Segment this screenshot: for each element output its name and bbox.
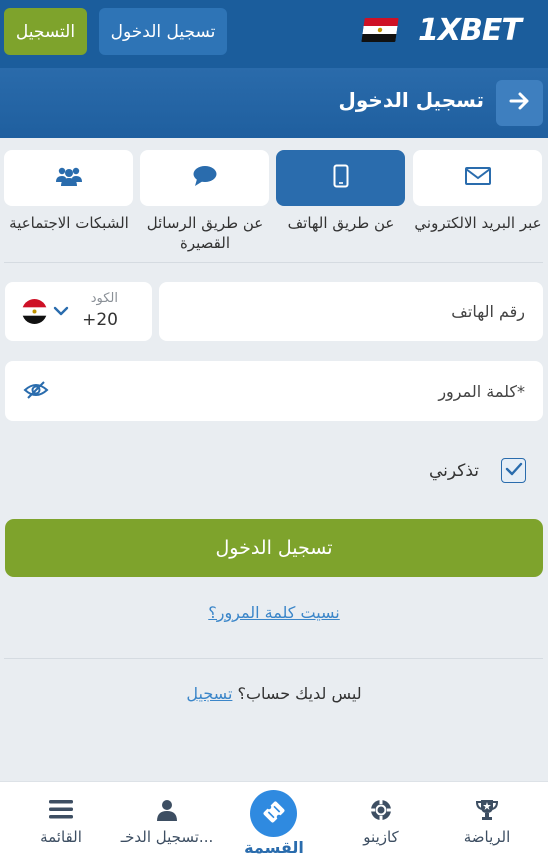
phone-icon (333, 164, 349, 192)
back-button[interactable] (496, 80, 543, 126)
signup-link[interactable]: تسجيل (186, 684, 232, 703)
password-placeholder: كلمة المرور* (438, 382, 525, 401)
menu-icon (49, 798, 73, 824)
nav-sports[interactable]: الرياضة (432, 782, 542, 854)
nav-coupon-label[interactable]: القسمة (220, 838, 328, 854)
trophy-icon (475, 798, 499, 826)
envelope-icon (464, 166, 491, 190)
users-icon (55, 165, 83, 191)
page-title-bar: تسجيل الدخول (0, 68, 548, 138)
chat-bubble-icon (192, 165, 218, 191)
tab-social[interactable] (4, 150, 133, 206)
nav-coupon-button[interactable] (250, 790, 297, 837)
logo-text: 1XBET (418, 12, 522, 48)
tab-phone[interactable] (276, 150, 405, 206)
phone-number-input[interactable]: رقم الهاتف (159, 282, 543, 341)
code-label: الكود (90, 291, 118, 306)
nav-login[interactable]: تسجيل الدخـ... (112, 782, 222, 854)
nav-menu-label: القائمة (40, 828, 82, 846)
nav-sports-label: الرياضة (463, 828, 511, 846)
nav-casino-label: كازينو (363, 828, 399, 846)
tab-email[interactable] (413, 150, 542, 206)
code-value: +20 (82, 310, 118, 330)
signup-prompt: ليس لديك حساب؟ تسجيل (0, 684, 548, 703)
tab-sms[interactable] (140, 150, 269, 206)
remember-me-label[interactable]: تذكرني (429, 461, 479, 481)
checkmark-icon (505, 461, 523, 481)
coupon-ticket-icon (262, 800, 286, 828)
page-title: تسجيل الدخول (338, 88, 484, 112)
eye-hidden-icon[interactable] (23, 380, 49, 404)
egypt-flag-icon[interactable] (361, 18, 399, 42)
login-header-button[interactable]: تسجيل الدخول (99, 8, 227, 55)
tab-sms-label: عن طريق الرسائل القصيرة (146, 214, 264, 252)
tab-email-label: عبر البريد الالكتروني (414, 214, 542, 232)
country-code-select[interactable]: الكود +20 (5, 282, 152, 341)
login-submit-button[interactable]: تسجيل الدخول (5, 519, 543, 577)
user-icon (155, 798, 179, 826)
tab-social-label: الشبكات الاجتماعية (9, 214, 129, 232)
register-button[interactable]: التسجيل (4, 8, 87, 55)
top-header: التسجيل تسجيل الدخول 1XBET (0, 0, 548, 68)
password-input[interactable]: كلمة المرور* (5, 361, 543, 421)
arrow-right-icon (509, 91, 531, 115)
chevron-down-icon (53, 302, 69, 324)
phone-placeholder: رقم الهاتف (451, 302, 525, 321)
tab-phone-label: عن طريق الهاتف (287, 214, 395, 232)
forgot-password-link[interactable]: نسيت كلمة المرور؟ (0, 603, 548, 622)
egypt-flag-icon (22, 299, 47, 324)
bottom-navigation: الرياضة كازينو القسمة تسجيل الدخـ... الق… (0, 781, 548, 854)
divider (4, 262, 543, 263)
casino-chip-icon (369, 798, 393, 826)
nav-login-label: تسجيل الدخـ... (120, 828, 214, 846)
divider (4, 658, 543, 659)
nav-casino[interactable]: كازينو (326, 782, 436, 854)
brand-logo[interactable]: 1XBET (418, 12, 522, 48)
no-account-text: ليس لديك حساب؟ (237, 684, 362, 703)
nav-menu[interactable]: القائمة (6, 782, 116, 854)
remember-me-checkbox[interactable] (501, 458, 526, 483)
